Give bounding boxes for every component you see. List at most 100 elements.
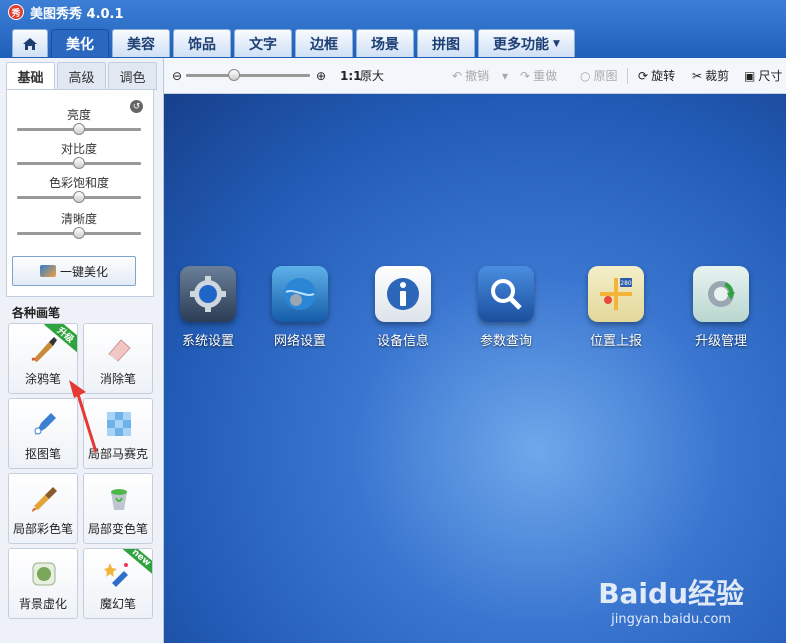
icon-location-report-label: 位置上报 — [589, 334, 642, 349]
home-icon — [23, 37, 37, 50]
mosaic-icon — [107, 412, 131, 436]
brush-magic-label: 魔幻笔 — [99, 597, 136, 611]
zoom-knob[interactable] — [228, 69, 240, 81]
app-logo-icon: 秀 — [8, 4, 24, 20]
brush-background-blur-label: 背景虚化 — [18, 597, 67, 611]
zoom-slider[interactable] — [186, 69, 310, 81]
saturation-slider: 色彩饱和度 — [17, 174, 141, 203]
tab-more-label: 更多功能 — [493, 36, 549, 53]
app-title-text: 美图秀秀 4.0.1 — [30, 6, 124, 22]
baidu-watermark: Baidu经验 jingyan.baidu.com — [598, 572, 744, 627]
subtabs: 基础 高级 调色 — [6, 62, 157, 90]
contrast-track[interactable] — [17, 157, 141, 169]
size-label: 尺寸 — [758, 69, 783, 83]
undo-dropdown-icon[interactable]: ▾ — [502, 69, 508, 83]
original-button[interactable]: ○ 原图 — [580, 67, 618, 84]
caret-down-icon: ▼ — [553, 38, 560, 49]
paint-bucket-icon — [111, 489, 127, 510]
app-title: 秀 美图秀秀 4.0.1 — [8, 2, 124, 22]
resize-icon: ▣ — [744, 68, 756, 83]
tab-accessories[interactable]: 饰品 — [173, 29, 231, 57]
undo-icon: ↶ — [452, 68, 463, 83]
size-button[interactable]: ▣ 尺寸 — [744, 67, 782, 84]
home-tab[interactable] — [12, 29, 48, 57]
eraser-icon — [108, 339, 131, 362]
subtab-color[interactable]: 调色 — [108, 62, 157, 90]
crop-label: 裁剪 — [705, 69, 730, 83]
scissors-icon: ✂ — [692, 68, 703, 83]
tab-beautify[interactable]: 美化 — [51, 29, 109, 57]
sharpness-slider: 清晰度 — [17, 210, 141, 239]
zoom-in-icon[interactable]: ⊕ — [314, 69, 328, 83]
brush-background-blur[interactable]: 背景虚化 — [8, 548, 78, 619]
brush-grid: 升级 涂鸦笔 消除笔 抠图笔 局部马赛克 局部彩色笔 局部变色笔 背景虚化 ne… — [8, 323, 154, 619]
redo-label: 重做 — [533, 69, 558, 83]
subtab-basic[interactable]: 基础 — [6, 62, 55, 90]
icon-parameter-query-label: 参数查询 — [479, 334, 532, 349]
ratio-label[interactable]: 1:1 — [340, 69, 362, 83]
saturation-track[interactable] — [17, 191, 141, 203]
brush-doodle-label: 涂鸦笔 — [24, 372, 61, 386]
tab-beauty[interactable]: 美容 — [112, 29, 170, 57]
icon-device-info[interactable]: 设备信息 — [363, 266, 443, 349]
icon-upgrade-management-label: 升级管理 — [694, 334, 747, 349]
one-click-label: 一键美化 — [59, 264, 108, 279]
image-canvas[interactable]: 系统设置 网络设置 设备信息 参数查询 280 位置上报 升级管理 Baidu经… — [164, 94, 786, 643]
brush-color-change[interactable]: 局部变色笔 — [83, 473, 153, 544]
magic-wand-icon — [39, 265, 56, 277]
undo-label: 撤销 — [465, 69, 490, 83]
tab-collage[interactable]: 拼图 — [417, 29, 475, 57]
redo-button[interactable]: ↷ 重做 — [520, 67, 557, 84]
one-click-beautify-button[interactable]: 一键美化 — [12, 256, 136, 286]
original-label: 原图 — [593, 69, 618, 83]
subtab-advanced[interactable]: 高级 — [57, 62, 106, 90]
icon-network-settings-label: 网络设置 — [273, 334, 326, 349]
brushes-section-title: 各种画笔 — [12, 306, 61, 320]
tab-more[interactable]: 更多功能 ▼ — [478, 29, 575, 57]
map-badge-text: 280 — [620, 280, 632, 287]
left-panel: 基础 高级 调色 ↺ 亮度 对比度 色彩饱和度 清晰度 一键美化 各种画笔 升级… — [0, 58, 164, 643]
icon-location-report[interactable]: 280 位置上报 — [576, 266, 656, 349]
sharpness-track[interactable] — [17, 227, 141, 239]
tab-scenes[interactable]: 场景 — [356, 29, 414, 57]
icon-device-info-label: 设备信息 — [376, 334, 429, 349]
tab-text[interactable]: 文字 — [234, 29, 292, 57]
brush-cutout-label: 抠图笔 — [24, 447, 61, 461]
sharpness-knob[interactable] — [73, 227, 85, 239]
paintbrush-icon — [31, 337, 57, 362]
brush-local-color[interactable]: 局部彩色笔 — [8, 473, 78, 544]
brightness-knob[interactable] — [73, 123, 85, 135]
icon-parameter-query[interactable]: 参数查询 — [466, 266, 546, 349]
watermark-sub: jingyan.baidu.com — [611, 612, 732, 627]
original-size-button[interactable]: 原大 — [360, 67, 384, 84]
title-bar: 秀 美图秀秀 4.0.1 美化 美容 饰品 文字 边框 场景 拼图 更多功能 ▼ — [0, 0, 786, 58]
globe-gear-icon — [272, 266, 328, 322]
icon-network-settings[interactable]: 网络设置 — [260, 266, 340, 349]
brightness-slider: 亮度 — [17, 106, 141, 135]
icon-system-settings-label: 系统设置 — [181, 334, 234, 349]
tab-frames[interactable]: 边框 — [295, 29, 353, 57]
info-icon — [375, 266, 431, 322]
zoom-out-icon[interactable]: ⊖ — [170, 69, 184, 83]
sharpness-label: 清晰度 — [60, 212, 97, 226]
icon-upgrade-management[interactable]: 升级管理 — [681, 266, 761, 349]
magnifier-icon — [478, 266, 534, 322]
saturation-knob[interactable] — [73, 191, 85, 203]
photo-blur-icon — [32, 562, 56, 586]
toolbar-divider — [627, 68, 628, 84]
undo-button[interactable]: ↶ 撤销 — [452, 67, 489, 84]
annotation-arrow — [69, 380, 98, 453]
rotate-icon: ⟳ — [638, 68, 649, 83]
icon-system-settings[interactable]: 系统设置 — [168, 266, 248, 349]
brush-magic[interactable]: new 魔幻笔 — [83, 548, 153, 619]
brightness-label: 亮度 — [66, 108, 91, 122]
pen-nib-icon — [34, 413, 56, 435]
redo-icon: ↷ — [520, 68, 531, 83]
brightness-track[interactable] — [17, 123, 141, 135]
contrast-knob[interactable] — [73, 157, 85, 169]
crop-button[interactable]: ✂ 裁剪 — [692, 67, 729, 84]
rotate-button[interactable]: ⟳ 旋转 — [638, 67, 675, 84]
gear-icon — [180, 266, 236, 322]
contrast-slider: 对比度 — [17, 140, 141, 169]
brush-local-color-label: 局部彩色笔 — [12, 522, 73, 536]
